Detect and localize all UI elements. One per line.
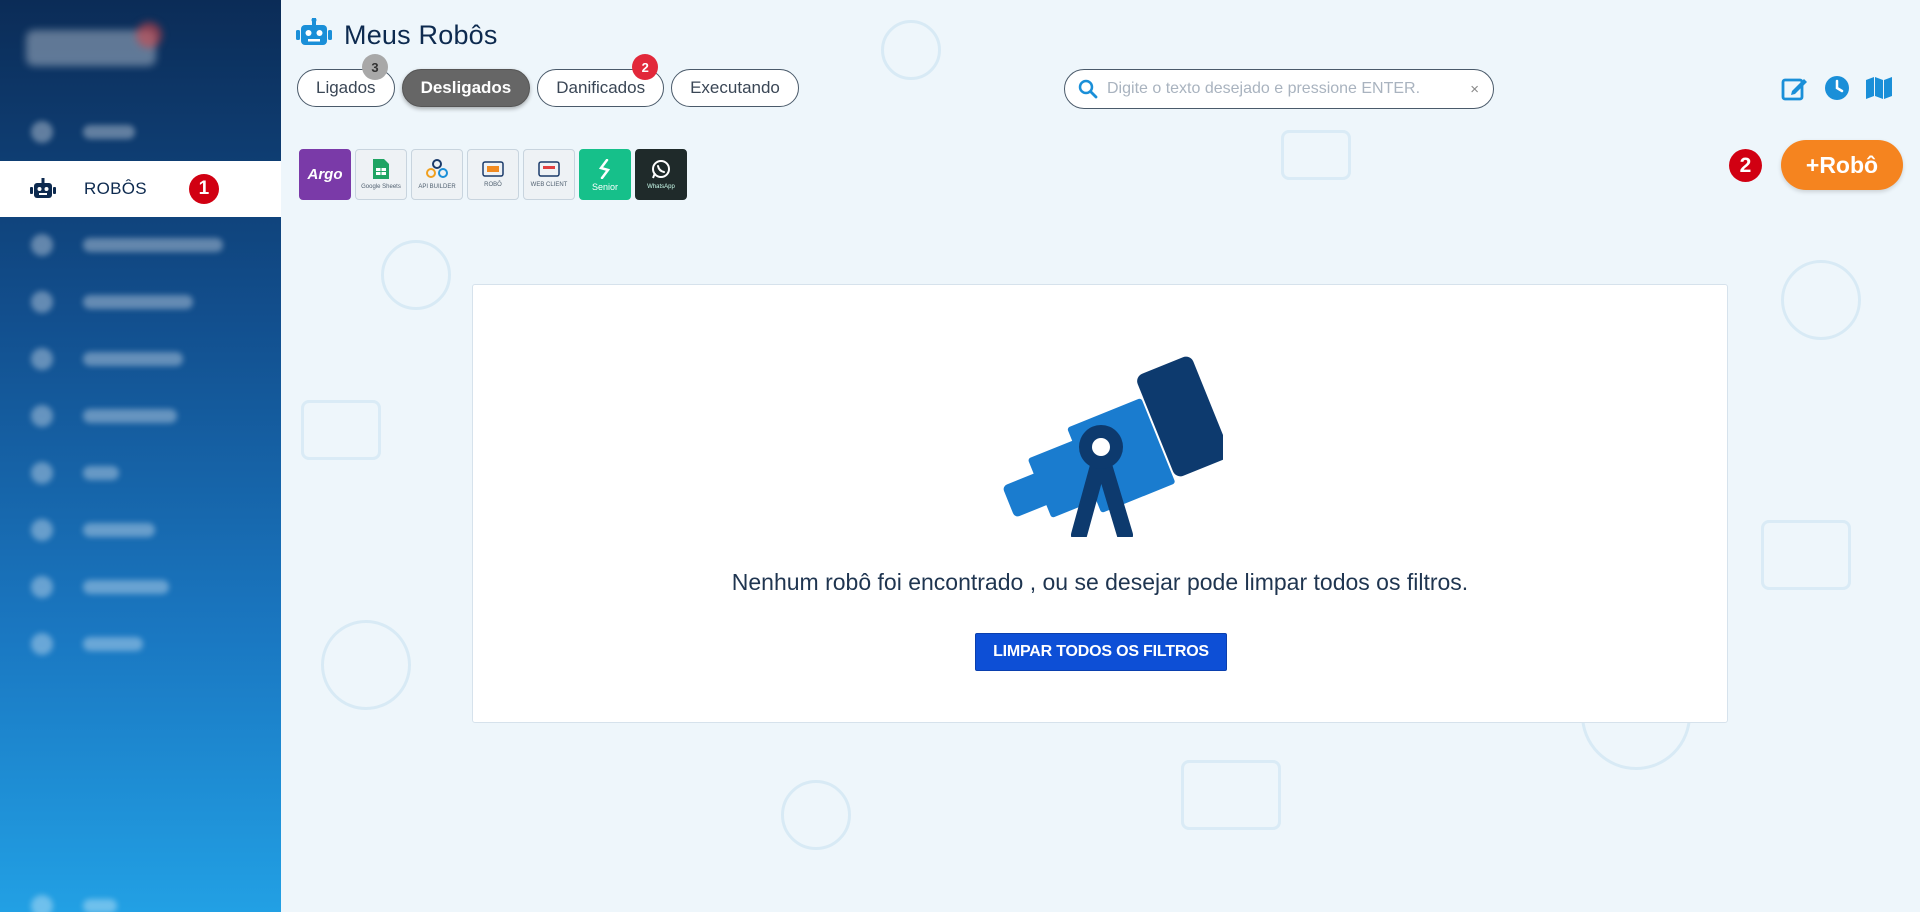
tab-count-badge: 3	[362, 54, 388, 80]
tab-count-badge: 2	[632, 54, 659, 80]
page-header: Meus Robôs	[296, 17, 498, 53]
robot-icon	[30, 177, 56, 201]
sidebar-item-label: ROBÔS	[84, 179, 147, 198]
edit-icon[interactable]	[1781, 74, 1809, 102]
sidebar-item-blurred[interactable]	[0, 331, 281, 387]
web-client-icon	[538, 160, 560, 179]
sidebar-item-blurred[interactable]	[0, 616, 281, 672]
menu-icon	[31, 462, 53, 484]
clock-icon[interactable]	[1823, 74, 1851, 102]
robo-icon	[482, 160, 504, 179]
empty-state-message: Nenhum robô foi encontrado , ou se desej…	[731, 569, 1469, 595]
tab-danificados[interactable]: Danificados 2	[537, 54, 665, 107]
clear-search-icon[interactable]: ×	[1470, 81, 1479, 98]
api-builder-icon	[426, 158, 448, 181]
whatsapp-icon	[651, 159, 671, 181]
map-icon[interactable]	[1865, 74, 1893, 102]
tab-ligados[interactable]: Ligados 3	[297, 54, 395, 107]
sidebar-item-blurred[interactable]	[0, 274, 281, 330]
menu-icon	[31, 633, 53, 655]
empty-state-card: Nenhum robô foi encontrado , ou se desej…	[472, 284, 1728, 723]
annotation-marker: 1	[188, 174, 219, 204]
toolbar-icons	[1781, 74, 1893, 102]
integration-whatsapp[interactable]: WhatsApp	[635, 149, 687, 200]
page-title: Meus Robôs	[344, 20, 498, 50]
menu-icon	[31, 405, 53, 427]
clear-filters-button[interactable]: LIMPAR TODOS OS FILTROS	[975, 633, 1227, 671]
tab-desligados[interactable]: Desligados	[401, 69, 531, 107]
robot-icon	[296, 17, 332, 53]
status-tabs: Ligados 3 Desligados Danificados 2 Execu…	[297, 54, 799, 107]
integration-google-sheets[interactable]: Google Sheets	[355, 149, 407, 200]
senior-icon	[598, 158, 612, 181]
sidebar-item-blurred[interactable]	[0, 559, 281, 615]
integration-api-builder[interactable]: API BUILDER	[411, 149, 463, 200]
sidebar-item-blurred[interactable]	[0, 878, 281, 912]
telescope-icon	[1003, 356, 1223, 537]
annotation-marker: 2	[1729, 149, 1762, 182]
integration-robo[interactable]: ROBÔ	[467, 149, 519, 200]
add-robot-button[interactable]: +Robô	[1781, 140, 1903, 190]
integration-senior[interactable]: Senior	[579, 149, 631, 200]
integration-filters: Argo Google Sheets API BUILDER ROBÔ WEB …	[299, 149, 687, 200]
integration-web-client[interactable]: WEB CLIENT	[523, 149, 575, 200]
sidebar-item-robots[interactable]: ROBÔS 1	[0, 161, 281, 217]
tab-executando[interactable]: Executando	[671, 69, 799, 107]
sidebar: ROBÔS 1	[0, 0, 281, 912]
sidebar-item-blurred[interactable]	[0, 445, 281, 501]
sidebar-item-home[interactable]	[0, 104, 281, 160]
app-logo	[26, 22, 162, 78]
google-sheets-icon	[373, 158, 389, 181]
menu-icon	[31, 895, 53, 912]
search-box: ×	[1064, 69, 1494, 109]
home-icon	[31, 121, 53, 143]
menu-icon	[31, 291, 53, 313]
integration-argo[interactable]: Argo	[299, 149, 351, 200]
sidebar-item-blurred[interactable]	[0, 502, 281, 558]
sidebar-item-blurred[interactable]	[0, 388, 281, 444]
menu-icon	[31, 348, 53, 370]
menu-icon	[31, 576, 53, 598]
search-input[interactable]	[1107, 80, 1457, 98]
menu-icon	[31, 234, 53, 256]
search-icon	[1078, 79, 1098, 99]
menu-icon	[31, 519, 53, 541]
sidebar-item-blurred[interactable]	[0, 217, 281, 273]
